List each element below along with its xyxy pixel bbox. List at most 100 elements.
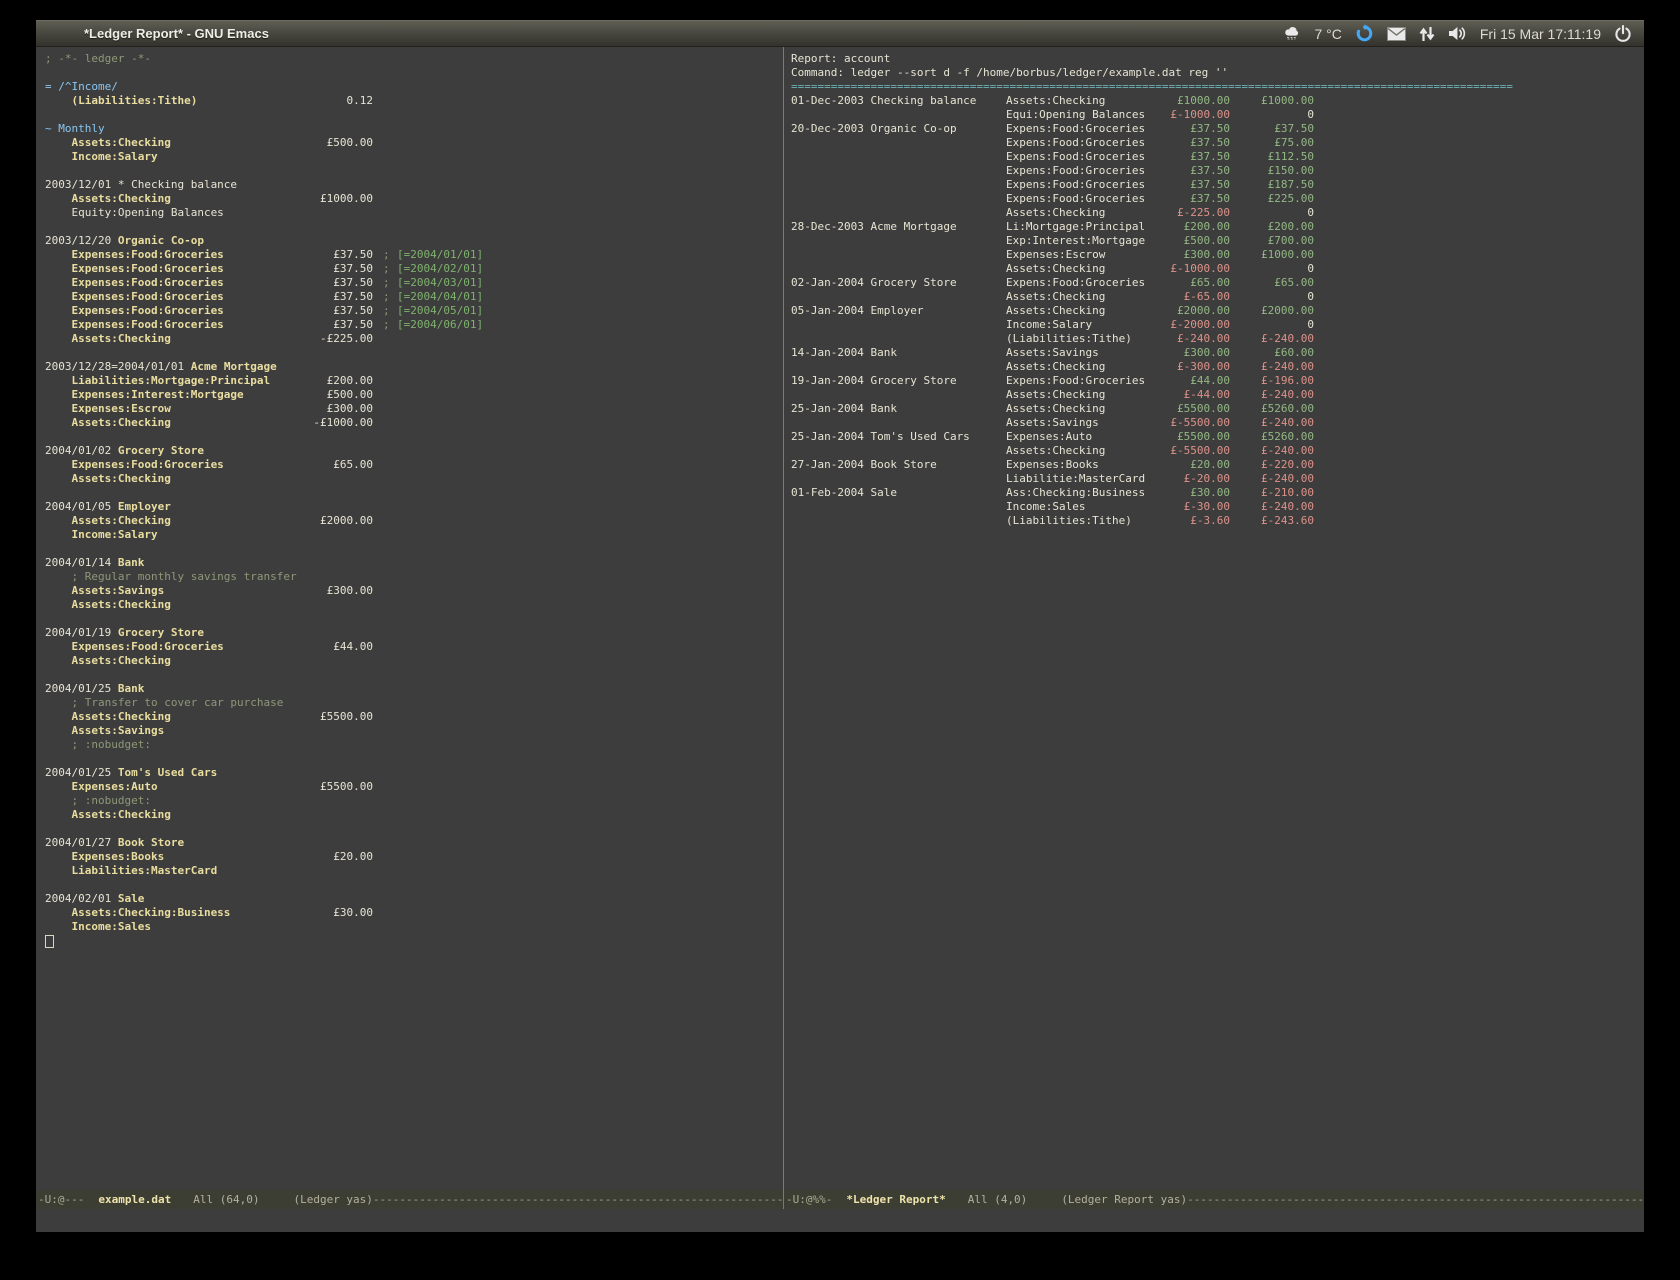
buffer-line[interactable]: 2003/12/01 * Checking balance	[45, 178, 783, 192]
buffer-line[interactable]: Expenses:Food:Groceries£37.50; [=2004/03…	[45, 276, 783, 290]
register-row[interactable]: Assets:Checking£-44.00£-240.00	[791, 388, 1644, 402]
buffer-line[interactable]: 2004/01/02 Grocery Store	[45, 444, 783, 458]
buffer-line[interactable]: Assets:Checking£1000.00	[45, 192, 783, 206]
modeline-buffer-name[interactable]: example.dat	[98, 1193, 171, 1206]
register-row[interactable]: 19-Jan-2004 Grocery StoreExpens:Food:Gro…	[791, 374, 1644, 388]
register-row[interactable]: Expens:Food:Groceries£37.50£225.00	[791, 192, 1644, 206]
buffer-line[interactable]: 2003/12/20 Organic Co-op	[45, 234, 783, 248]
refresh-icon[interactable]	[1355, 24, 1374, 43]
weather-icon[interactable]	[1283, 26, 1301, 41]
buffer-line[interactable]: Expenses:Food:Groceries£37.50; [=2004/05…	[45, 304, 783, 318]
buffer-line[interactable]: Expenses:Food:Groceries£44.00	[45, 640, 783, 654]
buffer-line[interactable]	[45, 430, 783, 444]
buffer-line[interactable]: Assets:Checking-£1000.00	[45, 416, 783, 430]
buffer-line[interactable]: Income:Sales	[45, 920, 783, 934]
buffer-line[interactable]: Income:Salary	[45, 150, 783, 164]
buffer-line[interactable]: Assets:Checking£5500.00	[45, 710, 783, 724]
buffer-line[interactable]: Assets:Checking£500.00	[45, 136, 783, 150]
buffer-line[interactable]: Expenses:Escrow£300.00	[45, 402, 783, 416]
buffer-line[interactable]: Assets:Checking	[45, 808, 783, 822]
buffer-line[interactable]: ; -*- ledger -*-	[45, 52, 783, 66]
temperature-label[interactable]: 7 °C	[1314, 26, 1341, 42]
register-row[interactable]: 20-Dec-2003 Organic Co-opExpens:Food:Gro…	[791, 122, 1644, 136]
buffer-line[interactable]: Income:Salary	[45, 528, 783, 542]
register-row[interactable]: Assets:Checking£-65.000	[791, 290, 1644, 304]
buffer-line[interactable]: Assets:Savings£300.00	[45, 584, 783, 598]
buffer-line[interactable]	[45, 346, 783, 360]
buffer-line[interactable]: (Liabilities:Tithe)0.12	[45, 94, 783, 108]
register-row[interactable]: Expens:Food:Groceries£37.50£112.50	[791, 150, 1644, 164]
register-row[interactable]: Equi:Opening Balances£-1000.000	[791, 108, 1644, 122]
buffer-line[interactable]: Assets:Checking	[45, 472, 783, 486]
buffer-line[interactable]: 2004/01/25 Tom's Used Cars	[45, 766, 783, 780]
register-row[interactable]: 02-Jan-2004 Grocery StoreExpens:Food:Gro…	[791, 276, 1644, 290]
buffer-line[interactable]: 2004/01/27 Book Store	[45, 836, 783, 850]
buffer-line[interactable]: Expenses:Food:Groceries£37.50; [=2004/01…	[45, 248, 783, 262]
modeline-modes[interactable]: (Ledger yas)	[293, 1193, 372, 1206]
register-row[interactable]: Assets:Checking£-225.000	[791, 206, 1644, 220]
buffer-line[interactable]	[45, 668, 783, 682]
register-row[interactable]: Assets:Checking£-300.00£-240.00	[791, 360, 1644, 374]
buffer-line[interactable]: Equity:Opening Balances	[45, 206, 783, 220]
buffer-line[interactable]: Assets:Checking£2000.00	[45, 514, 783, 528]
report-header-line[interactable]: Report: account	[791, 52, 1644, 66]
register-row[interactable]: Expens:Food:Groceries£37.50£150.00	[791, 164, 1644, 178]
modeline-modes[interactable]: (Ledger Report yas)	[1061, 1193, 1187, 1206]
buffer-line[interactable]: ~ Monthly	[45, 122, 783, 136]
register-row[interactable]: Income:Salary£-2000.000	[791, 318, 1644, 332]
buffer-line[interactable]: 2004/01/19 Grocery Store	[45, 626, 783, 640]
register-row[interactable]: Assets:Savings£-5500.00£-240.00	[791, 416, 1644, 430]
register-row[interactable]: Expenses:Escrow£300.00£1000.00	[791, 248, 1644, 262]
buffer-line[interactable]	[45, 164, 783, 178]
buffer-line[interactable]: ; Transfer to cover car purchase	[45, 696, 783, 710]
buffer-line[interactable]: Assets:Checking	[45, 654, 783, 668]
ledger-report-buffer[interactable]: Report: account Command: ledger --sort d…	[784, 47, 1644, 1190]
buffer-line[interactable]	[45, 612, 783, 626]
buffer-line[interactable]	[45, 108, 783, 122]
buffer-line[interactable]: Expenses:Food:Groceries£37.50; [=2004/02…	[45, 262, 783, 276]
register-row[interactable]: Exp:Interest:Mortgage£500.00£700.00	[791, 234, 1644, 248]
report-command-line[interactable]: Command: ledger --sort d -f /home/borbus…	[791, 66, 1644, 80]
register-row[interactable]: 01-Feb-2004 SaleAss:Checking:Business£30…	[791, 486, 1644, 500]
buffer-line[interactable]: Liabilities:MasterCard	[45, 864, 783, 878]
mail-icon[interactable]	[1387, 27, 1406, 41]
buffer-line[interactable]	[45, 220, 783, 234]
register-row[interactable]: 27-Jan-2004 Book StoreExpenses:Books£20.…	[791, 458, 1644, 472]
buffer-line[interactable]: Assets:Checking-£225.00	[45, 332, 783, 346]
buffer-line[interactable]: 2004/01/14 Bank	[45, 556, 783, 570]
buffer-line[interactable]: ; :nobudget:	[45, 794, 783, 808]
modeline-buffer-name[interactable]: *Ledger Report*	[846, 1193, 945, 1206]
register-row[interactable]: Expens:Food:Groceries£37.50£187.50	[791, 178, 1644, 192]
power-icon[interactable]	[1614, 25, 1632, 43]
buffer-line[interactable]	[45, 66, 783, 80]
register-row[interactable]: (Liabilities:Tithe)£-3.60£-243.60	[791, 514, 1644, 528]
buffer-line[interactable]: = /^Income/	[45, 80, 783, 94]
buffer-line[interactable]: Expenses:Food:Groceries£37.50; [=2004/06…	[45, 318, 783, 332]
buffer-line[interactable]: Expenses:Food:Groceries£37.50; [=2004/04…	[45, 290, 783, 304]
network-arrows-icon[interactable]	[1419, 26, 1435, 42]
register-row[interactable]: 01-Dec-2003 Checking balanceAssets:Check…	[791, 94, 1644, 108]
buffer-line[interactable]: 2003/12/28=2004/01/01 Acme Mortgage	[45, 360, 783, 374]
buffer-line[interactable]: 2004/01/05 Employer	[45, 500, 783, 514]
buffer-line[interactable]	[45, 822, 783, 836]
buffer-line[interactable]: 2004/01/25 Bank	[45, 682, 783, 696]
buffer-line[interactable]: Expenses:Interest:Mortgage£500.00	[45, 388, 783, 402]
echo-area[interactable]	[36, 1209, 1644, 1232]
titlebar[interactable]: *Ledger Report* - GNU Emacs 7 °C	[36, 20, 1644, 47]
register-row[interactable]: 25-Jan-2004 BankAssets:Checking£5500.00£…	[791, 402, 1644, 416]
register-row[interactable]: Assets:Checking£-5500.00£-240.00	[791, 444, 1644, 458]
register-row[interactable]: Liabilitie:MasterCard£-20.00£-240.00	[791, 472, 1644, 486]
buffer-line[interactable]: Expenses:Food:Groceries£65.00	[45, 458, 783, 472]
buffer-line[interactable]	[45, 752, 783, 766]
buffer-line[interactable]	[45, 542, 783, 556]
buffer-line[interactable]: 2004/02/01 Sale	[45, 892, 783, 906]
buffer-line[interactable]: Liabilities:Mortgage:Principal£200.00	[45, 374, 783, 388]
register-row[interactable]: 05-Jan-2004 EmployerAssets:Checking£2000…	[791, 304, 1644, 318]
buffer-line[interactable]: Expenses:Books£20.00	[45, 850, 783, 864]
buffer-line[interactable]: Assets:Checking:Business£30.00	[45, 906, 783, 920]
modeline-right[interactable]: -U:@%%-*Ledger Report*All (4,0)(Ledger R…	[784, 1190, 1644, 1209]
register-row[interactable]: Assets:Checking£-1000.000	[791, 262, 1644, 276]
ledger-buffer[interactable]: ; -*- ledger -*- = /^Income/ (Liabilities…	[36, 47, 783, 1190]
buffer-line[interactable]	[45, 878, 783, 892]
modeline-left[interactable]: -U:@---example.datAll (64,0)(Ledger yas)…	[36, 1190, 783, 1209]
